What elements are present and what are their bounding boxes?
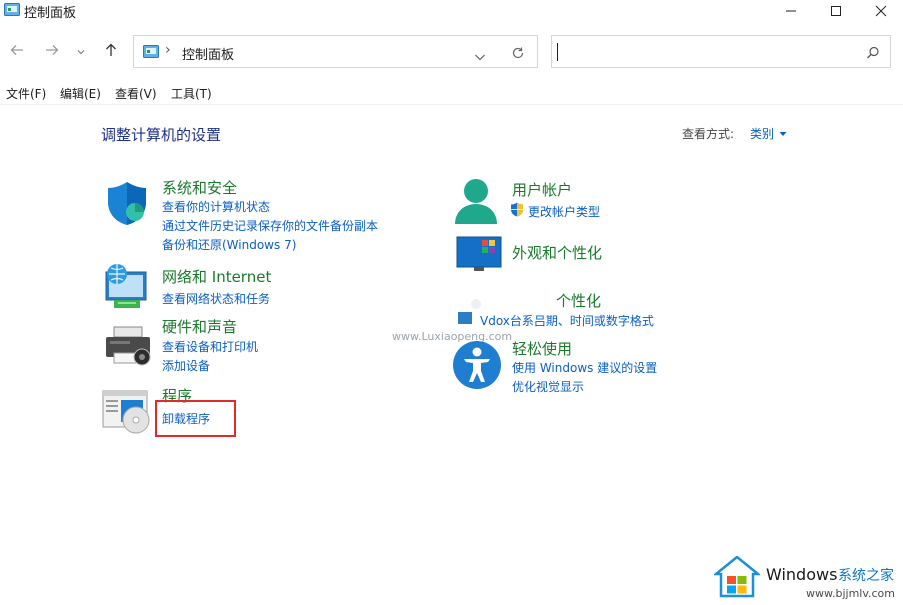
printer-icon[interactable] (104, 325, 152, 371)
search-field[interactable] (551, 35, 891, 68)
category-user-accounts[interactable]: 用户帐户 (512, 179, 572, 200)
close-button[interactable] (859, 0, 903, 22)
menu-edit[interactable]: 编辑(E) (60, 85, 101, 102)
link-file-history-backup[interactable]: 通过文件历史记录保存你的文件备份副本 (162, 217, 378, 234)
menu-tools[interactable]: 工具(T) (171, 85, 212, 102)
category-clock-region[interactable]: 个性化 (556, 290, 601, 311)
link-view-computer-status[interactable]: 查看你的计算机状态 (162, 198, 270, 215)
page-heading: 调整计算机的设置 (101, 126, 222, 144)
control-panel-icon (4, 2, 20, 16)
up-button[interactable] (100, 40, 122, 62)
watermark-text: www.Luxiaopeng.com (392, 330, 513, 343)
view-by-value[interactable]: 类别 (750, 127, 774, 141)
category-system-security[interactable]: 系统和安全 (162, 177, 237, 198)
recent-locations-button[interactable] (72, 40, 90, 62)
user-icon[interactable] (454, 178, 498, 232)
close-icon (875, 2, 887, 21)
maximize-icon (830, 2, 842, 21)
highlight-box (155, 400, 236, 437)
brand-name: Windows (766, 565, 838, 584)
window-title: 控制面板 (24, 6, 77, 21)
link-network-status[interactable]: 查看网络状态和任务 (162, 290, 270, 307)
minimize-icon (785, 2, 797, 21)
back-button[interactable] (6, 40, 28, 62)
breadcrumb-separator[interactable]: › (165, 42, 171, 58)
network-globe-icon[interactable] (102, 262, 150, 314)
link-recommended-settings[interactable]: 使用 Windows 建议的设置 (512, 359, 657, 376)
caret-down-icon (778, 127, 788, 141)
search-icon[interactable] (866, 45, 880, 64)
category-ease-of-access[interactable]: 轻松使用 (512, 338, 572, 359)
category-network-internet[interactable]: 网络和 Internet (162, 266, 271, 287)
chevron-down-icon (474, 47, 486, 66)
forward-button[interactable] (41, 40, 63, 62)
control-panel-icon (143, 44, 159, 63)
arrow-left-icon (10, 42, 24, 61)
link-change-account-type[interactable]: 更改帐户类型 (528, 203, 600, 220)
link-optimize-visual[interactable]: 优化视觉显示 (512, 378, 584, 395)
arrow-up-icon (104, 42, 118, 61)
chevron-down-icon (76, 42, 86, 61)
arrow-right-icon (45, 42, 59, 61)
link-backup-restore[interactable]: 备份和还原(Windows 7) (162, 236, 296, 253)
menu-file[interactable]: 文件(F) (6, 85, 46, 102)
maximize-button[interactable] (814, 0, 858, 22)
link-devices-printers[interactable]: 查看设备和打印机 (162, 338, 258, 355)
accessibility-icon[interactable] (452, 340, 502, 394)
brand-url: www.bjjmlv.com (806, 587, 895, 600)
address-bar[interactable]: › 控制面板 (133, 35, 538, 68)
breadcrumb-location[interactable]: 控制面板 (182, 44, 234, 63)
text-cursor (557, 43, 558, 61)
appearance-icon[interactable] (456, 236, 502, 276)
address-dropdown-button[interactable] (474, 47, 486, 66)
category-hardware-sound[interactable]: 硬件和声音 (162, 316, 237, 337)
menu-divider (0, 104, 903, 105)
link-date-time-format[interactable]: Vdox台系吕期、时间或数字格式 (480, 312, 654, 329)
minimize-button[interactable] (769, 0, 813, 22)
view-by-dropdown[interactable]: 类别 (750, 125, 788, 142)
refresh-icon (511, 45, 525, 64)
programs-icon[interactable] (102, 390, 152, 438)
windows-logo-icon (712, 555, 762, 602)
brand-name-cn: 系统之家 (838, 568, 894, 584)
view-by-label: 查看方式: (682, 127, 735, 141)
title-bar: 控制面板 (0, 0, 903, 22)
category-appearance[interactable]: 外观和个性化 (512, 242, 602, 263)
menu-view[interactable]: 查看(V) (115, 85, 157, 102)
refresh-button[interactable] (511, 45, 525, 64)
uac-shield-icon (510, 202, 524, 221)
link-add-device[interactable]: 添加设备 (162, 357, 210, 374)
shield-icon[interactable] (104, 180, 150, 230)
